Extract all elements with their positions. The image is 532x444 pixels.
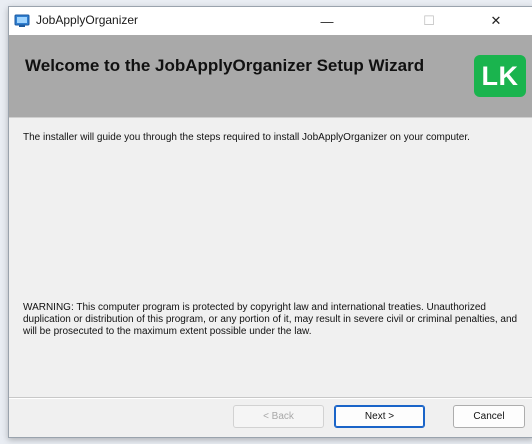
maximize-icon: ☐ xyxy=(423,13,435,28)
installer-window: JobApplyOrganizer — ☐ ✕ Welcome to the J… xyxy=(8,6,532,438)
window-title: JobApplyOrganizer xyxy=(36,13,139,27)
close-icon: ✕ xyxy=(490,13,502,28)
title-bar[interactable]: JobApplyOrganizer — ☐ ✕ xyxy=(9,7,532,35)
wizard-header: Welcome to the JobApplyOrganizer Setup W… xyxy=(9,35,532,117)
footer-divider-highlight xyxy=(9,398,532,399)
installer-app-icon xyxy=(14,14,30,27)
minimize-button[interactable]: — xyxy=(305,7,349,35)
copyright-warning-text: WARNING: This computer program is protec… xyxy=(23,302,518,337)
brand-logo: LK xyxy=(474,55,526,97)
intro-text: The installer will guide you through the… xyxy=(23,132,470,143)
back-button: < Back xyxy=(233,405,324,428)
header-divider xyxy=(9,117,532,118)
cancel-button[interactable]: Cancel xyxy=(453,405,525,428)
next-button[interactable]: Next > xyxy=(334,405,425,428)
wizard-title: Welcome to the JobApplyOrganizer Setup W… xyxy=(25,56,425,75)
maximize-button: ☐ xyxy=(407,7,451,35)
close-button[interactable]: ✕ xyxy=(474,7,518,35)
minimize-icon: — xyxy=(320,13,334,29)
